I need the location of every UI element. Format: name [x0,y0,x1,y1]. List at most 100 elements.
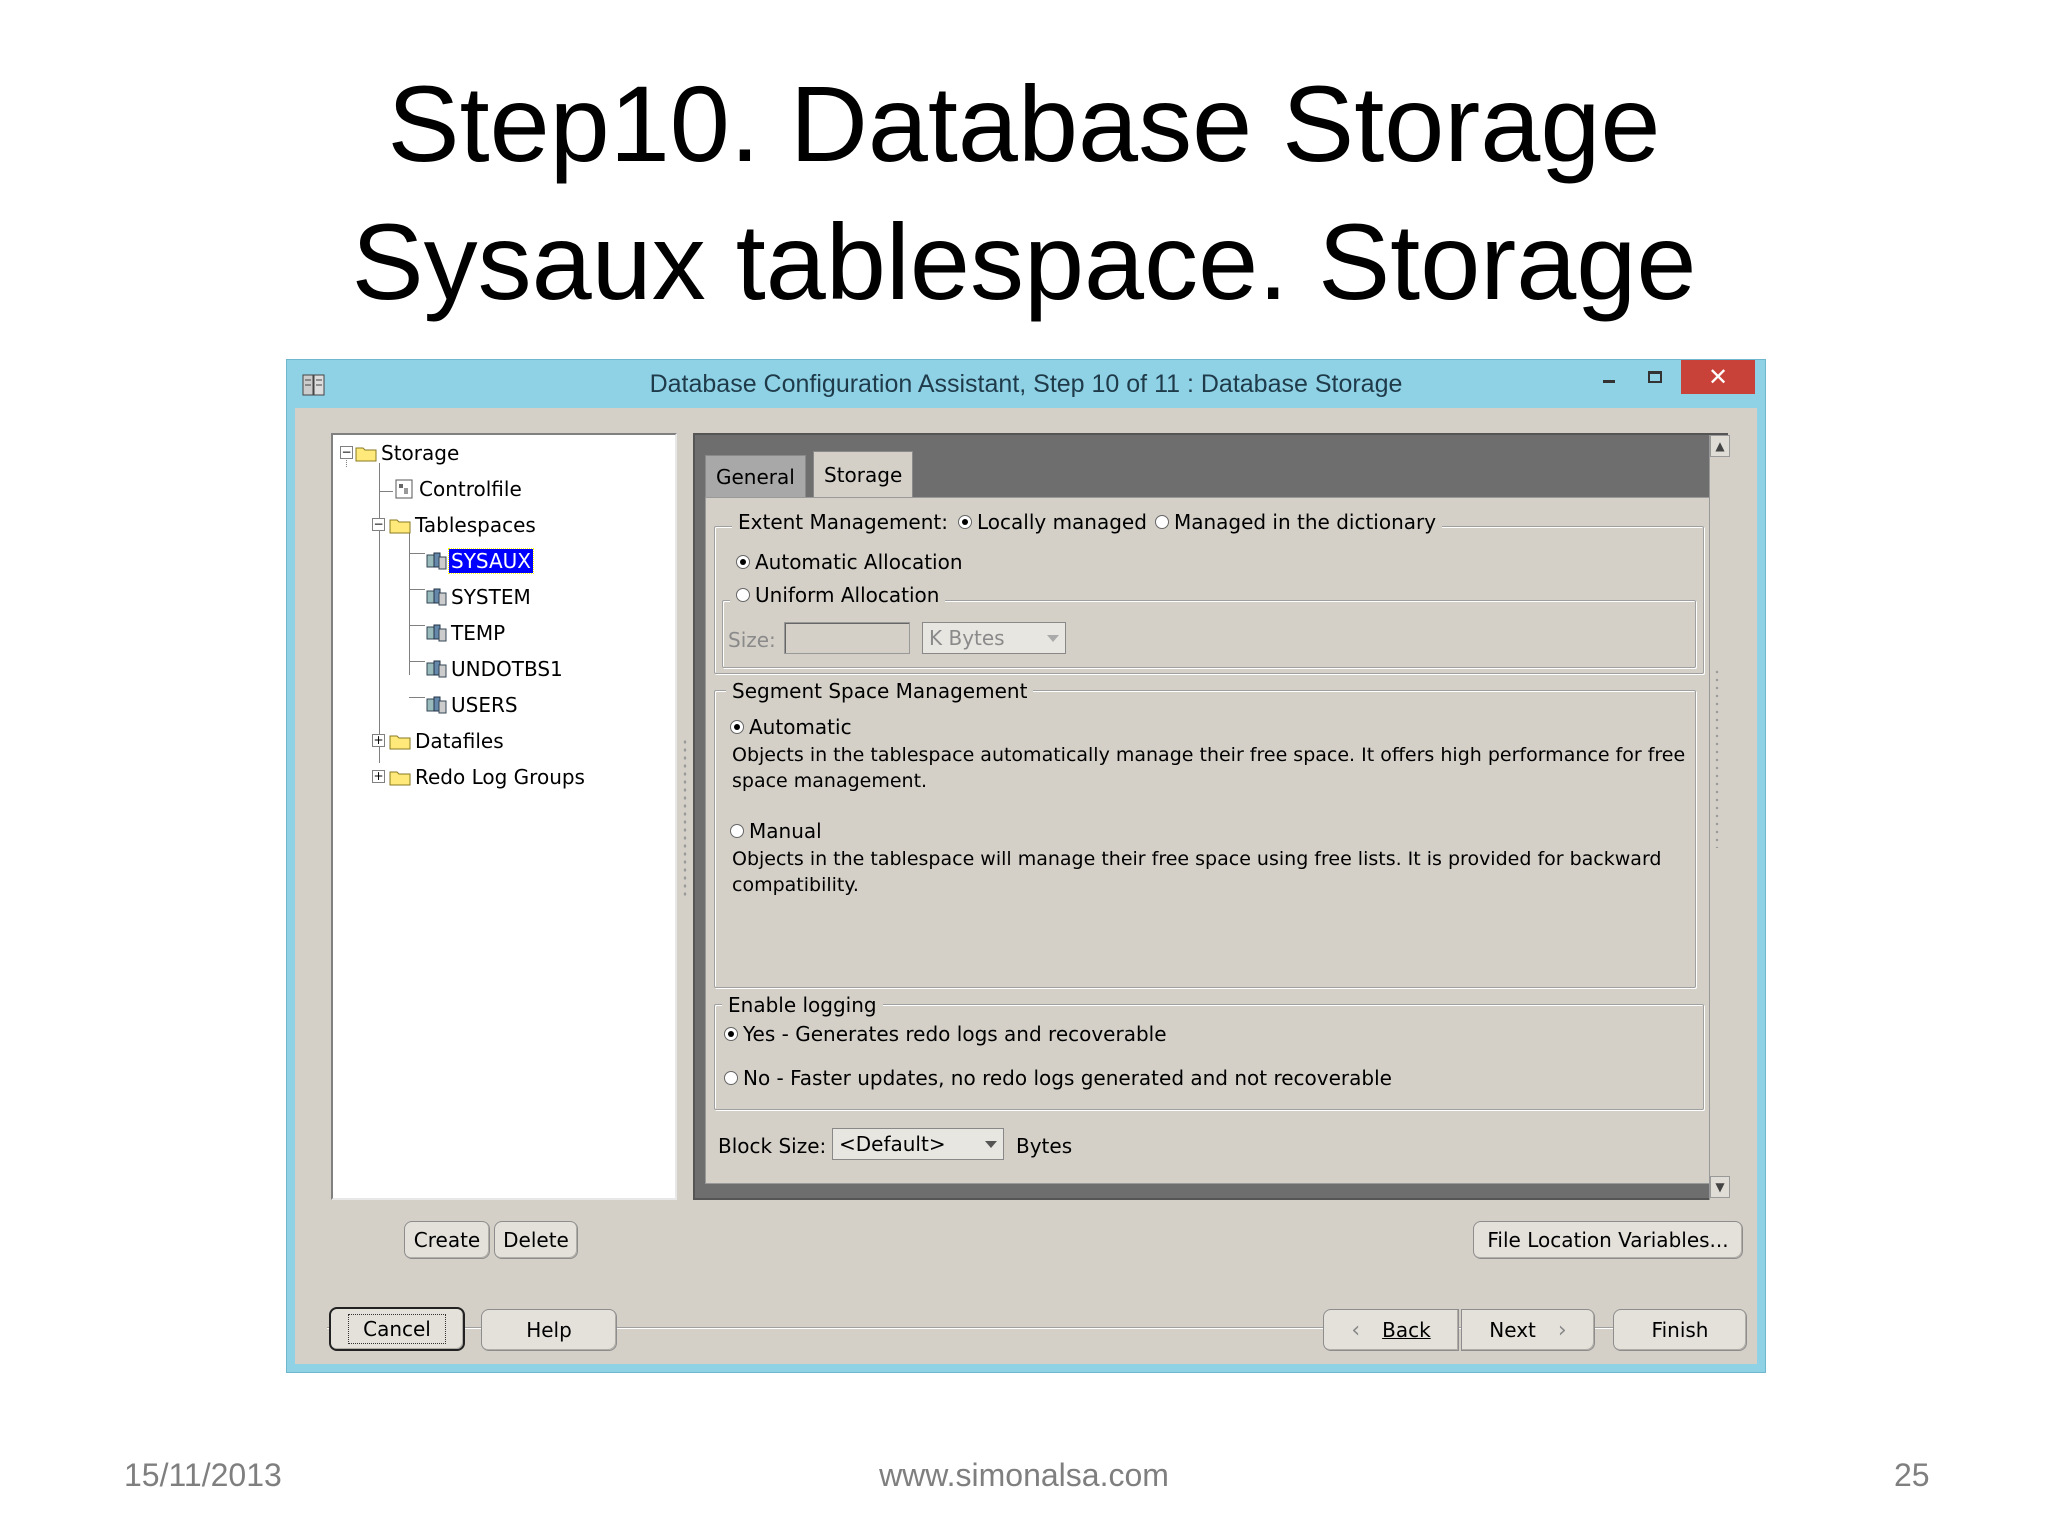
extent-management-label: Extent Management: [738,510,948,534]
uniform-allocation-radio[interactable]: Uniform Allocation [730,583,946,607]
logging-yes-label: Yes - Generates redo logs and recoverabl… [743,1022,1167,1046]
footer-page-number: 25 [1894,1457,1930,1493]
tree-item-undotbs1[interactable]: UNDOTBS1 [425,654,565,684]
tree-item-label: SYSAUX [448,548,534,574]
slide-title-line2: Sysaux tablespace. Storage [351,201,1697,322]
tree-line [379,463,380,763]
tree-item-controlfile[interactable]: Controlfile [393,474,524,504]
back-label: Back [1382,1318,1431,1342]
next-button[interactable]: Next › [1461,1309,1595,1351]
dbca-window: Database Configuration Assistant, Step 1… [286,359,1766,1373]
help-button[interactable]: Help [481,1309,617,1351]
create-button[interactable]: Create [404,1221,490,1259]
expand-datafiles-toggle[interactable]: + [372,734,385,747]
tree-item-sysaux[interactable]: SYSAUX [425,546,534,576]
title-bar[interactable]: Database Configuration Assistant, Step 1… [287,360,1765,408]
tree-item-temp[interactable]: TEMP [425,618,507,648]
window-title: Database Configuration Assistant, Step 1… [649,370,1403,398]
dictionary-managed-radio[interactable]: Managed in the dictionary [1154,510,1437,534]
tree-item-storage[interactable]: Storage [355,438,461,468]
close-button[interactable]: ✕ [1681,360,1755,394]
footer-site: www.simonalsa.com [879,1457,1169,1493]
delete-button[interactable]: Delete [494,1221,578,1259]
tree-item-datafiles[interactable]: Datafiles [389,726,506,756]
splitter-handle[interactable] [682,738,688,898]
close-icon: ✕ [1707,363,1729,391]
tree-item-label: UNDOTBS1 [451,657,563,681]
storage-tab-content: Extent Management: Locally managed Manag… [705,497,1712,1184]
size-input[interactable] [784,622,910,654]
size-unit-select[interactable]: K Bytes [922,622,1066,654]
properties-panel: General Storage Extent Management: Local… [693,433,1728,1200]
tree-item-tablespaces[interactable]: Tablespaces [389,510,538,540]
segment-automatic-radio[interactable]: Automatic [730,715,852,739]
controlfile-icon [395,479,413,499]
tree-line [409,661,425,662]
segment-manual-radio[interactable]: Manual [730,819,822,843]
maximize-button[interactable] [1633,360,1677,394]
tree-item-label: Controlfile [419,477,522,501]
chevron-left-icon: ‹ [1351,1317,1361,1343]
segment-manual-description: Objects in the tablespace will manage th… [732,848,1662,896]
tab-general[interactable]: General [705,455,806,497]
segment-manual-label: Manual [749,819,822,843]
file-location-variables-button[interactable]: File Location Variables... [1473,1221,1743,1259]
radio-icon [1154,515,1169,529]
tree-line [409,589,425,590]
finish-button[interactable]: Finish [1613,1309,1747,1351]
maximize-icon [1648,371,1662,383]
back-button[interactable]: ‹ Back [1323,1309,1459,1351]
minimize-button[interactable] [1587,360,1631,394]
dictionary-managed-label: Managed in the dictionary [1173,510,1437,534]
tree-item-label: TEMP [451,621,506,645]
tree-line [409,697,425,698]
radio-icon [724,1071,738,1085]
next-label: Next [1489,1318,1536,1342]
cancel-button[interactable]: Cancel [329,1307,465,1351]
tree-item-redo-log-groups[interactable]: Redo Log Groups [389,762,587,792]
chevron-right-icon: › [1557,1317,1567,1343]
size-unit-value: K Bytes [929,626,1005,650]
logging-yes-radio[interactable]: Yes - Generates redo logs and recoverabl… [724,1022,1167,1046]
uniform-allocation-label: Uniform Allocation [755,583,940,607]
tree-item-label: USERS [451,693,518,717]
scroll-up-button[interactable]: ▲ [1710,435,1730,457]
extent-management-row: Extent Management: Locally managed Manag… [732,510,1443,534]
radio-icon [730,720,744,734]
tree-item-users[interactable]: USERS [425,690,520,720]
chevron-down-icon [985,1141,997,1148]
chevron-down-icon [1047,635,1059,642]
expand-redo-log-groups-toggle[interactable]: + [372,770,385,783]
tree-line [409,553,425,554]
automatic-allocation-label: Automatic Allocation [755,550,963,574]
block-size-select[interactable]: <Default> [832,1128,1004,1160]
locally-managed-radio[interactable]: Locally managed [957,510,1155,534]
scroll-down-button[interactable]: ▼ [1710,1176,1730,1198]
tablespace-icon [426,588,447,606]
collapse-tablespaces-toggle[interactable]: − [372,518,385,531]
radio-icon [736,555,750,569]
slide-title-line1: Step10. Database Storage [387,63,1661,184]
storage-tree[interactable]: − Storage Controlfile − Tablespaces SYSA… [331,433,677,1200]
logging-no-label: No - Faster updates, no redo logs genera… [743,1066,1392,1090]
block-size-value: <Default> [839,1132,946,1156]
tree-line [409,625,425,626]
tree-item-label: SYSTEM [451,585,531,609]
tree-item-system[interactable]: SYSTEM [425,582,533,612]
scroll-grip [1713,668,1721,848]
tree-item-label: Storage [381,441,460,465]
automatic-allocation-radio[interactable]: Automatic Allocation [736,550,963,574]
enable-logging-legend: Enable logging [722,993,883,1017]
tablespace-icon [426,696,447,714]
block-size-label: Block Size: [718,1134,827,1158]
logging-no-radio[interactable]: No - Faster updates, no redo logs genera… [724,1066,1392,1090]
tree-item-label: Redo Log Groups [415,765,585,789]
enable-logging-group [714,1004,1704,1110]
radio-icon [736,588,750,602]
collapse-storage-toggle[interactable]: − [340,446,353,459]
dialog-client-area: − Storage Controlfile − Tablespaces SYSA… [295,408,1757,1364]
tablespace-icon [426,660,447,678]
tab-storage[interactable]: Storage [813,451,914,499]
radio-icon [724,1027,738,1041]
folder-icon [355,447,377,462]
